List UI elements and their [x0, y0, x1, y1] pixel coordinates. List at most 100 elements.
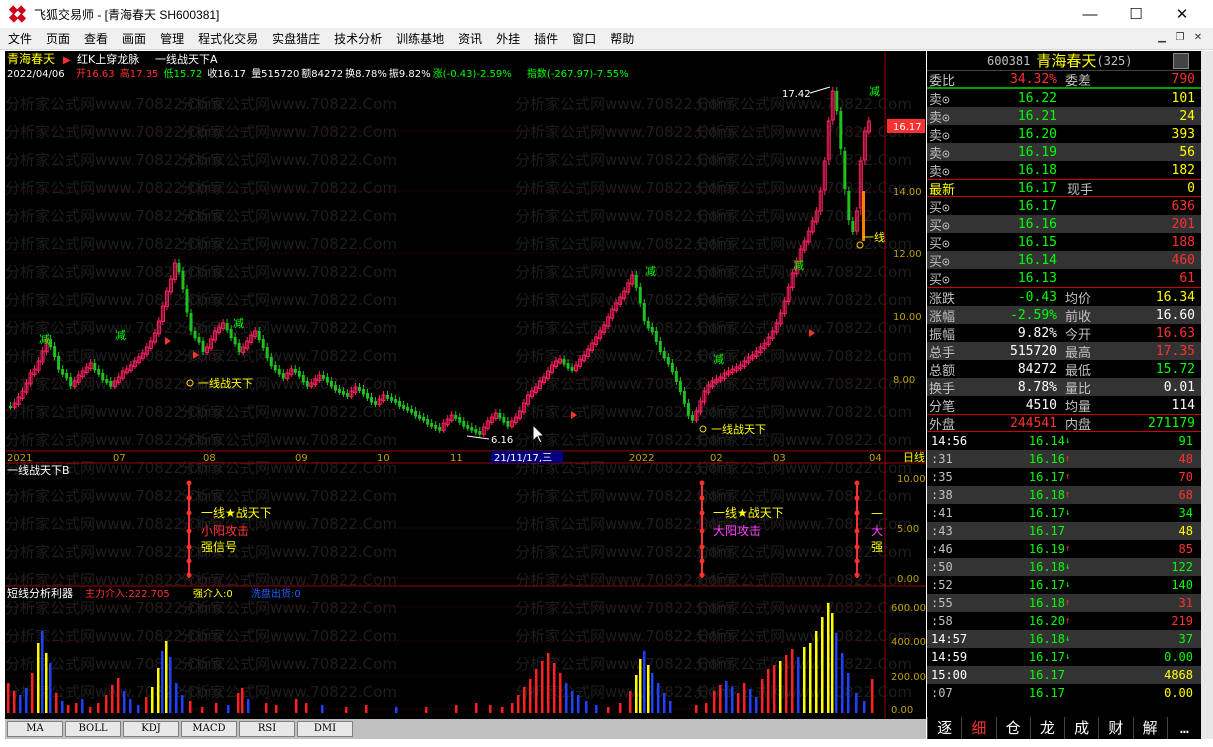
- mdi-minimize-icon[interactable]: ▁: [1155, 31, 1169, 45]
- volume-bar: [635, 675, 638, 713]
- sub1-axis-label: 0.00: [897, 574, 919, 585]
- ask-row-2-price: 16.21: [1017, 108, 1057, 124]
- sub1-label: 一线★战天下: [713, 506, 784, 520]
- ask-row-1-label: 卖⊙: [929, 92, 950, 108]
- menu-tech-analysis[interactable]: 技术分析: [327, 28, 389, 50]
- candle-body: [105, 379, 109, 383]
- tab-dmi[interactable]: DMI: [297, 721, 353, 737]
- quote-tab-3[interactable]: 仓: [995, 717, 1030, 739]
- kline-chart-area[interactable]: 分析家公式网www.70822.Com 分析家公式网www.70822.Com 分析…: [5, 51, 926, 719]
- signal-dot-icon: [186, 480, 192, 486]
- menu-screen[interactable]: 画面: [115, 28, 153, 50]
- tab-macd[interactable]: MACD: [181, 721, 237, 737]
- candle-body: [438, 427, 442, 431]
- menu-file[interactable]: 文件: [0, 28, 39, 50]
- price-axis-label: 8.00: [893, 375, 915, 386]
- tick-list[interactable]: 14:56 16.14 ↓ 91:31 16.16 ↑ 48:35 16.17 ↑ 70:38 16…: [927, 432, 1201, 702]
- tab-ma[interactable]: MA: [7, 721, 63, 737]
- volume-bar: [145, 697, 148, 713]
- watermark-layer: 分析家公式网www.70822.Com 分析家公式网www.70822.Com 分析…: [5, 95, 912, 701]
- tick-row: :58 16.20 ↑ 219: [927, 612, 1201, 630]
- stat-value-2: 16.34: [1155, 289, 1195, 305]
- stat-value-2: 16.63: [1155, 325, 1195, 341]
- menu-addon[interactable]: 外挂: [489, 28, 527, 50]
- quote-tab-6[interactable]: 财: [1098, 717, 1132, 739]
- low-annotation: 6.16: [491, 435, 513, 446]
- candle-body: [341, 391, 345, 395]
- watermark-text: 分析家公式网www.70822.Com: [180, 599, 397, 617]
- signal-dot-icon: [186, 495, 192, 501]
- tab-kdj[interactable]: KDJ: [123, 721, 179, 737]
- tick-volume: 48: [1178, 524, 1193, 538]
- menu-manage[interactable]: 管理: [153, 28, 191, 50]
- menu-training[interactable]: 训练基地: [389, 28, 451, 50]
- bid-row-3-label: 买⊙: [929, 236, 950, 252]
- volume-bar: [19, 695, 22, 713]
- tick-row: :07 16.17 0.00: [927, 684, 1201, 702]
- candle-body: [498, 413, 502, 419]
- menu-view[interactable]: 查看: [77, 28, 115, 50]
- tick-volume: 122: [1171, 560, 1193, 574]
- volume-bar: [831, 613, 834, 713]
- volume-bar: [619, 703, 622, 713]
- quote-tab-7[interactable]: 解: [1132, 717, 1167, 739]
- x-axis-label: 07: [113, 453, 126, 464]
- mdi-restore-icon[interactable]: ❐: [1173, 31, 1187, 45]
- tick-row: :46 16.19 ↑ 85: [927, 540, 1201, 558]
- stock-name: 青海春天: [1036, 52, 1097, 70]
- minimize-button[interactable]: —: [1067, 0, 1113, 28]
- tick-volume: 4868: [1164, 668, 1193, 682]
- quote-tab-5[interactable]: 成: [1064, 717, 1098, 739]
- quote-tab-4[interactable]: 龙: [1029, 717, 1064, 739]
- kline-chart[interactable]: 分析家公式网www.70822.Com 分析家公式网www.70822.Com 分析…: [5, 51, 926, 719]
- app-logo-icon: [8, 5, 28, 23]
- menu-plugin[interactable]: 插件: [527, 28, 565, 50]
- volume-bar: [863, 701, 866, 713]
- menu-live-hunt[interactable]: 实盘猎庄: [265, 28, 327, 50]
- mdi-close-icon[interactable]: ✕: [1191, 31, 1205, 45]
- stock-menu-icon[interactable]: [1173, 53, 1189, 69]
- volume-bar: [749, 689, 752, 713]
- candle-body: [690, 415, 694, 421]
- tick-arrow-icon: ↑: [1065, 472, 1071, 482]
- candle-body: [386, 395, 390, 399]
- candle-body: [434, 425, 438, 429]
- watermark-text: 分析家公式网www.70822.Com: [180, 431, 397, 449]
- menu-program-trading[interactable]: 程式化交易: [191, 28, 265, 50]
- menu-help[interactable]: 帮助: [603, 28, 641, 50]
- tick-arrow-icon: ↓: [1065, 508, 1071, 518]
- candle-body: [370, 397, 374, 403]
- candle-body: [426, 419, 430, 425]
- menu-page[interactable]: 页面: [39, 28, 77, 50]
- sub1-axis-label: 5.00: [897, 524, 919, 535]
- menu-news[interactable]: 资讯: [451, 28, 489, 50]
- bid-row-1-price: 16.17: [1017, 198, 1057, 214]
- ask-row-4-label: 卖⊙: [929, 146, 950, 162]
- quote-tab-2[interactable]: 细: [961, 717, 995, 739]
- tick-arrow-icon: ↓: [1065, 634, 1071, 644]
- stat-value: 84272: [1017, 361, 1057, 377]
- volume-bar: [553, 663, 556, 713]
- scrollbar[interactable]: [1201, 51, 1213, 739]
- volume-bar: [111, 685, 114, 713]
- price-axis-label: 14.00: [893, 187, 922, 198]
- candle-body: [462, 421, 466, 427]
- tab-rsi[interactable]: RSI: [239, 721, 295, 737]
- maximize-button[interactable]: ☐: [1113, 0, 1159, 28]
- menu-window[interactable]: 窗口: [565, 28, 603, 50]
- x-axis-label: 2021: [7, 453, 32, 464]
- close-button[interactable]: ✕: [1159, 0, 1205, 28]
- ask-row-2-volume: 24: [1179, 108, 1195, 124]
- quote-tab-8[interactable]: …: [1166, 717, 1201, 739]
- stat-row: 换手 8.78% 量比 0.01: [927, 378, 1201, 397]
- tick-volume: 34: [1178, 506, 1193, 520]
- tick-row: :50 16.18 ↓ 122: [927, 558, 1201, 576]
- candle-body: [638, 287, 642, 304]
- watermark-text: 分析家公式网www.70822.Com: [180, 347, 397, 365]
- volume-bar: [365, 705, 368, 713]
- volume-bar: [535, 669, 538, 713]
- quote-tab-1[interactable]: 逐: [927, 717, 961, 739]
- volume-bar: [455, 705, 458, 713]
- tab-boll[interactable]: BOLL: [65, 721, 121, 737]
- signal-dot-icon: [854, 480, 860, 486]
